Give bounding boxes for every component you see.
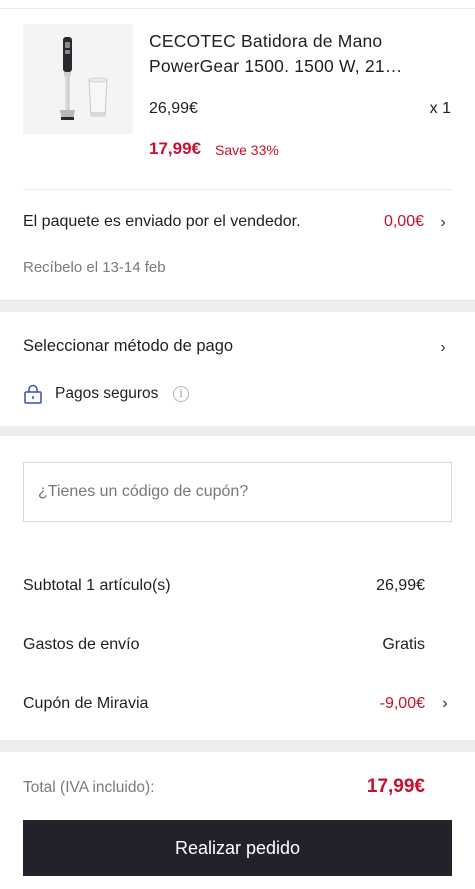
shipping-option-row[interactable]: El paquete es enviado por el vendedor. 0… bbox=[23, 210, 452, 236]
chevron-right-icon: › bbox=[442, 695, 448, 712]
shipping-cost-label: Gastos de envío bbox=[23, 636, 140, 653]
coupon-discount-label: Cupón de Miravia bbox=[23, 695, 149, 712]
product-title[interactable]: CECOTEC Batidora de Mano PowerGear 1500.… bbox=[149, 29, 451, 79]
info-icon[interactable]: i bbox=[173, 386, 189, 402]
payment-method-row[interactable]: Seleccionar método de pago › bbox=[23, 335, 452, 361]
chevron-right-icon: › bbox=[440, 339, 446, 356]
delivery-estimate: Recíbelo el 13-14 feb bbox=[23, 259, 166, 276]
total-label: Total (IVA incluido): bbox=[23, 779, 155, 796]
place-order-button[interactable]: Realizar pedido bbox=[23, 820, 452, 876]
subtotal-row: Subtotal 1 artículo(s) 26,99€ bbox=[23, 575, 452, 599]
chevron-right-icon: › bbox=[440, 214, 446, 231]
subtotal-value: 26,99€ bbox=[376, 577, 425, 594]
total-value: 17,99€ bbox=[366, 776, 425, 797]
section-separator bbox=[0, 426, 475, 436]
product-discount-badge: Save 33% bbox=[215, 142, 279, 158]
coupon-discount-row[interactable]: Cupón de Miravia -9,00€ › bbox=[23, 693, 452, 717]
shipping-cost-row: Gastos de envío Gratis bbox=[23, 634, 452, 658]
payment-method-label: Seleccionar método de pago bbox=[23, 337, 234, 355]
coupon-discount-value: -9,00€ bbox=[379, 695, 425, 712]
coupon-code-input[interactable] bbox=[23, 462, 452, 522]
product-image[interactable] bbox=[23, 24, 133, 134]
product-divider bbox=[23, 189, 452, 190]
shipping-price: 0,00€ bbox=[383, 213, 424, 230]
product-item[interactable]: CECOTEC Batidora de Mano PowerGear 1500.… bbox=[0, 9, 475, 189]
subtotal-label: Subtotal 1 artículo(s) bbox=[23, 577, 171, 594]
hand-blender-image bbox=[60, 37, 108, 120]
product-original-price: 26,99€ bbox=[149, 100, 198, 117]
secure-payments-label: Pagos seguros bbox=[55, 385, 159, 402]
section-separator bbox=[0, 300, 475, 312]
shipping-cost-value: Gratis bbox=[382, 636, 425, 653]
shipping-text: El paquete es enviado por el vendedor. bbox=[23, 213, 301, 230]
product-price: 17,99€ bbox=[149, 139, 201, 158]
section-separator bbox=[0, 740, 475, 752]
product-quantity: x 1 bbox=[429, 100, 451, 117]
lock-icon bbox=[24, 384, 42, 404]
